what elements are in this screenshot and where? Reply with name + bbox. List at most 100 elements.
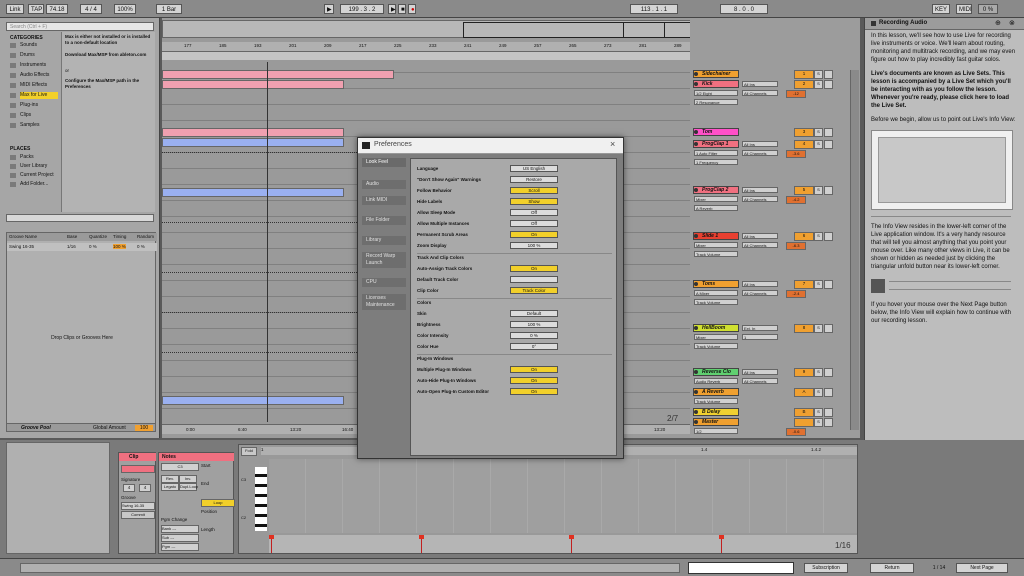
solo-button[interactable]: S	[814, 388, 823, 397]
preferences-tab[interactable]: Record Warp Launch	[362, 252, 406, 268]
track-number[interactable]: 8	[794, 324, 814, 333]
input-channel-select[interactable]: All Channels	[742, 90, 778, 96]
place-item[interactable]: Current Project	[20, 172, 60, 179]
pref-value[interactable]: On	[510, 265, 558, 272]
track-number[interactable]: 7	[794, 280, 814, 289]
device-chooser[interactable]: Track Volume	[694, 398, 738, 404]
track-number[interactable]: 5	[794, 186, 814, 195]
track-fold-icon[interactable]	[694, 142, 698, 146]
track-fold-icon[interactable]	[694, 188, 698, 192]
track-name[interactable]: Master	[693, 418, 739, 426]
category-item[interactable]: Audio Effects	[20, 72, 58, 79]
mixer-scrollbar[interactable]	[850, 70, 859, 430]
preferences-tab[interactable]: Licenses Maintenance	[362, 294, 406, 310]
close-icon[interactable]: ×	[610, 139, 615, 149]
sig-den[interactable]: 4	[139, 484, 151, 492]
pref-value[interactable]: US English	[510, 165, 558, 172]
input-channel-select[interactable]: 1	[742, 334, 778, 340]
track-number[interactable]: 9	[794, 368, 814, 377]
bar-ruler[interactable]: 177 185 193 201 209 217 225 233 241 249 257 265 273 2…	[162, 42, 690, 52]
clip-name-field[interactable]	[121, 465, 155, 473]
arrangement-clip[interactable]	[162, 396, 344, 405]
solo-button[interactable]: S	[814, 140, 823, 149]
control-chooser[interactable]: 2 Resonance	[694, 99, 738, 105]
notes-action-button[interactable]: Dupl.Loop	[179, 483, 198, 491]
preferences-tab[interactable]: Library	[362, 236, 406, 245]
volume-field[interactable]: -2.4	[786, 290, 806, 298]
track-fold-icon[interactable]	[694, 370, 698, 374]
record-button[interactable]: ●	[408, 4, 416, 14]
commit-button[interactable]: Commit	[121, 511, 155, 519]
track-fold-icon[interactable]	[694, 390, 698, 394]
notes-pitch-field[interactable]: C3	[161, 463, 199, 471]
pref-value[interactable]	[510, 276, 558, 283]
notes-action-button[interactable]: Legato	[161, 483, 179, 491]
quantize-menu[interactable]: 1 Bar	[156, 4, 182, 14]
device-chooser[interactable]: Mixer	[694, 196, 738, 202]
track-number[interactable]: 1	[794, 70, 814, 79]
signature-field[interactable]: 4 / 4	[80, 4, 102, 14]
preferences-tab[interactable]: Link MIDI	[362, 196, 406, 205]
loop-strip[interactable]	[162, 52, 690, 60]
link-button[interactable]: Link	[6, 4, 24, 14]
pref-value[interactable]: On	[510, 366, 558, 373]
loop-length-field[interactable]: 8 . 0 . 0	[720, 4, 768, 14]
input-channel-select[interactable]: All Channels	[742, 150, 778, 156]
track-fold-icon[interactable]	[694, 130, 698, 134]
next-page-button[interactable]: Next Page	[956, 563, 1008, 573]
groove-cell[interactable]: 1/16	[67, 244, 76, 249]
solo-button[interactable]: S	[814, 186, 823, 195]
max-download-link[interactable]: Download Max/MSP from ableton.com	[65, 52, 153, 58]
track-number[interactable]: 3	[794, 128, 814, 137]
device-chooser[interactable]: Audio Reverb	[694, 378, 738, 384]
preferences-tab[interactable]: CPU	[362, 278, 406, 287]
input-channel-select[interactable]: All Channels	[742, 242, 778, 248]
place-item[interactable]: Add Folder...	[20, 181, 60, 188]
preview-bar[interactable]	[6, 214, 154, 222]
track-name[interactable]: B Delay	[693, 408, 739, 416]
volume-field[interactable]: -12	[786, 90, 806, 98]
global-amount-field[interactable]: 100	[135, 425, 153, 431]
pref-value[interactable]: 0 %	[510, 332, 558, 339]
arrangement-clip[interactable]	[162, 188, 344, 197]
category-item[interactable]: Plug-ins	[20, 102, 58, 109]
track-fold-icon[interactable]	[694, 326, 698, 330]
preferences-tab[interactable]: Look Feel	[362, 158, 406, 167]
control-chooser[interactable]: 1 Frequency	[694, 159, 738, 165]
solo-button[interactable]: S	[814, 280, 823, 289]
track-fold-icon[interactable]	[694, 72, 698, 76]
arm-button[interactable]	[824, 418, 833, 427]
track-number[interactable]: A	[794, 388, 814, 397]
zoom-field[interactable]: 100%	[114, 4, 136, 14]
solo-button[interactable]: S	[814, 232, 823, 241]
pref-value[interactable]: Track Color	[510, 287, 558, 294]
pref-value[interactable]: Off	[510, 220, 558, 227]
arm-button[interactable]	[824, 408, 833, 417]
pref-value[interactable]: On	[510, 231, 558, 238]
track-fold-icon[interactable]	[694, 234, 698, 238]
track-number[interactable]: 4	[794, 140, 814, 149]
input-channel-select[interactable]: All Channels	[742, 196, 778, 202]
volume-field[interactable]: -6.3	[786, 242, 806, 250]
solo-button[interactable]: S	[814, 368, 823, 377]
input-type-select[interactable]: All Ins	[742, 369, 778, 375]
pref-value[interactable]: Default	[510, 310, 558, 317]
track-name[interactable]: Kick	[693, 80, 739, 88]
arm-button[interactable]	[824, 70, 833, 79]
midi-map-button[interactable]: MIDI	[956, 4, 972, 14]
solo-button[interactable]: S	[814, 408, 823, 417]
solo-button[interactable]: S	[814, 80, 823, 89]
arm-button[interactable]	[824, 280, 833, 289]
pref-value[interactable]: Off	[510, 209, 558, 216]
position-field[interactable]: 199 . 3 . 2	[340, 4, 384, 14]
groove-select[interactable]: Swing 16-35	[121, 502, 155, 510]
category-item[interactable]: Sounds	[20, 42, 58, 49]
track-fold-icon[interactable]	[694, 282, 698, 286]
device-chooser[interactable]: A Mixer	[694, 290, 738, 296]
track-name[interactable]: Sidechainer	[693, 70, 739, 78]
control-chooser[interactable]: Track Volume	[694, 251, 738, 257]
help-close-icon[interactable]: ⊗	[1009, 19, 1015, 27]
control-chooser[interactable]: Track Volume	[694, 299, 738, 305]
track-name[interactable]: A Reverb	[693, 388, 739, 396]
volume-field[interactable]: -0.6	[786, 428, 806, 436]
